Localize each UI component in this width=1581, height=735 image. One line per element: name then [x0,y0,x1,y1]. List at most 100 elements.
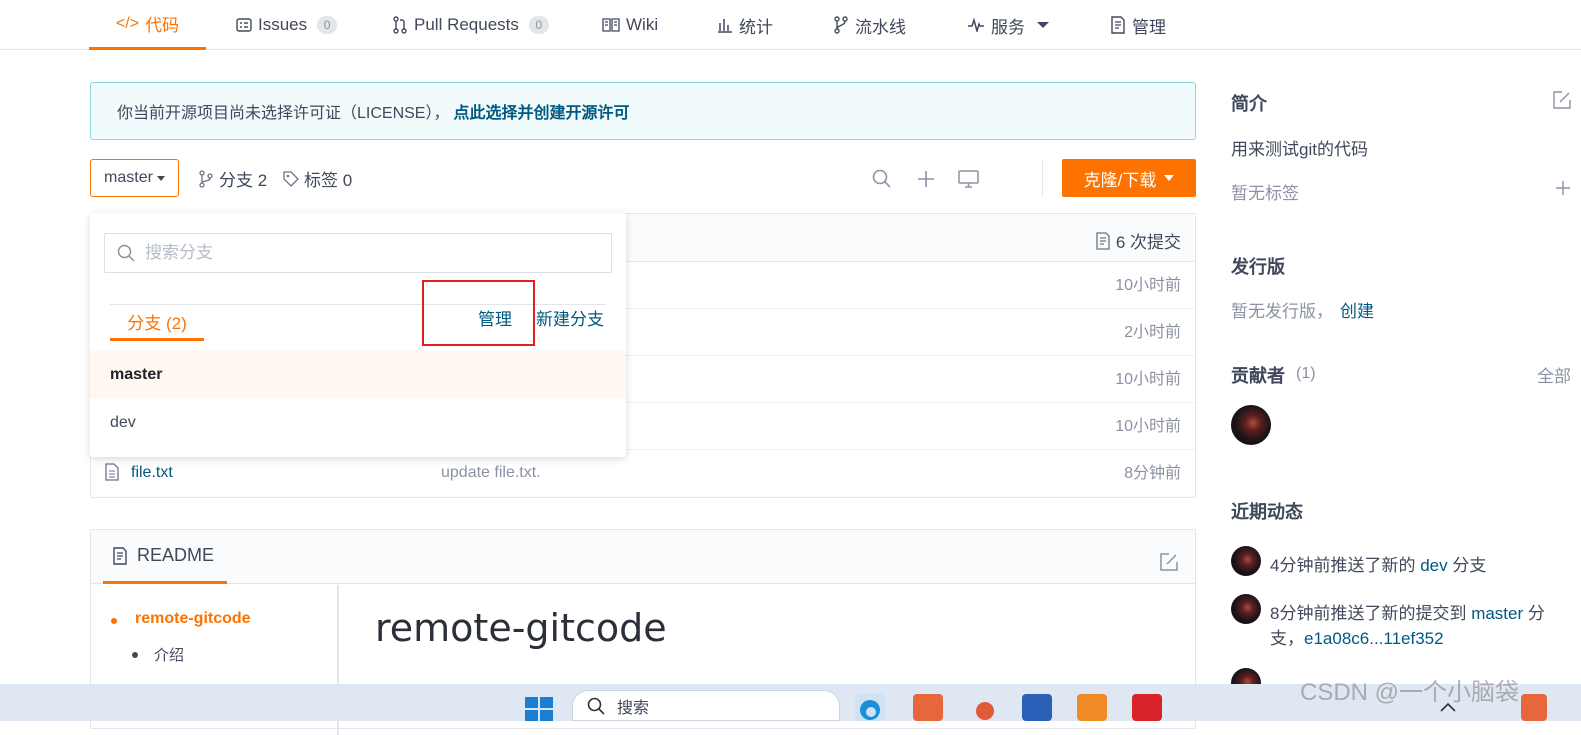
file-commit-message[interactable]: update file.txt. [441,464,541,482]
app-icon[interactable] [913,694,943,721]
tab-services[interactable]: 服务 [967,0,1049,50]
edit-icon[interactable] [1553,91,1571,109]
all-contributors-link[interactable]: 全部 [1537,362,1581,387]
branch-icon [199,169,213,188]
watermark: CSDN @一个小脑袋 [1300,679,1520,706]
tab-issues[interactable]: Issues 0 [236,0,338,50]
tab-code-label: 代码 [145,16,180,35]
app-icon[interactable] [970,694,1000,721]
file-name-link[interactable]: file.txt [131,464,173,482]
tab-branches[interactable]: 分支 (2) [110,304,204,341]
code-icon: </> [115,14,140,32]
app-icon[interactable] [1077,694,1107,721]
activity-commit-link[interactable]: e1a08c6...11ef352 [1304,629,1444,648]
monitor-icon[interactable] [958,170,979,188]
branch-search-input[interactable] [145,243,585,263]
contributors-title: 贡献者 [1231,366,1285,386]
file-time: 10小时前 [1115,418,1181,435]
new-branch-link[interactable]: 新建分支 [536,305,604,330]
plus-icon[interactable] [916,169,936,189]
activity-item: 8分钟前推送了新的提交到 master 分支，e1a08c6...11ef352 [1270,601,1560,651]
avatar[interactable] [1231,546,1261,576]
file-time: 2小时前 [1124,324,1181,341]
bar-chart-icon [718,19,732,33]
taskbar-search-label: 搜索 [617,699,650,717]
activity-branch-link[interactable]: dev [1420,556,1447,575]
search-icon[interactable] [872,169,892,189]
file-time: 8分钟前 [1124,465,1181,482]
readme-header [91,530,1195,584]
commits-count: 6 次提交 [1115,233,1181,252]
chevron-down-icon [1037,22,1049,28]
file-time: 10小时前 [1115,277,1181,294]
windows-start-icon[interactable] [525,697,553,721]
no-tags-text: 暂无标签 [1231,184,1299,203]
tab-issues-label: Issues [258,15,308,34]
tab-pull-requests-label: Pull Requests [414,15,519,34]
tab-pipeline-label: 流水线 [855,17,906,37]
edge-browser-icon[interactable] [855,694,885,721]
tags-link[interactable]: 标签 0 [283,166,352,191]
contributors-count: (1) [1296,365,1316,382]
branch-item-dev[interactable]: dev [90,399,626,446]
clone-download-button[interactable]: 克隆/下载 [1062,159,1196,197]
clone-download-label: 克隆/下载 [1083,170,1157,190]
repo-description: 用来测试git的代码 [1231,140,1368,159]
file-icon [105,463,119,481]
settings-doc-icon [1111,16,1125,34]
branches-link[interactable]: 分支 2 [198,166,267,191]
tab-readme-label: README [137,545,215,565]
readme-heading: remote-gitcode [375,606,667,650]
license-notice-text: 你当前开源项目尚未选择许可证（LICENSE）， [117,105,450,122]
license-create-link[interactable]: 点此选择并创建开源许可 [453,99,629,123]
issues-icon [236,18,252,32]
pull-request-icon [393,16,407,34]
tab-stats[interactable]: 统计 [717,0,773,50]
search-icon [587,697,605,715]
tab-readme[interactable]: README [103,530,227,584]
tab-stats-label: 统计 [739,17,773,37]
branch-select[interactable]: master [90,159,179,197]
intro-title: 简介 [1231,94,1267,114]
license-notice: 你当前开源项目尚未选择许可证（LICENSE）， 点此选择并创建开源许可 [90,82,1196,140]
add-tag-icon[interactable] [1556,181,1570,195]
avatar[interactable] [1231,405,1271,445]
tab-wiki-label: Wiki [626,15,659,34]
taskbar-search[interactable]: 搜索 [572,690,840,721]
toc-bullet [111,618,117,624]
create-release-link[interactable]: 创建 [1340,297,1374,322]
branch-search[interactable] [104,233,612,273]
activity-item: 4分钟前推送了新的 dev 分支 [1270,551,1486,576]
activity-title: 近期动态 [1231,502,1303,522]
avatar[interactable] [1231,594,1261,624]
youdao-icon[interactable] [1132,694,1162,721]
no-release-text: 暂无发行版， [1231,302,1333,321]
tab-code[interactable]: </> 代码 [89,0,206,50]
branch-select-label: master [104,169,153,186]
tags-count: 标签 0 [304,171,353,190]
toc-item-title[interactable]: remote-gitcode [135,610,251,628]
word-icon[interactable] [1022,694,1052,721]
search-icon [117,244,135,262]
tab-manage[interactable]: 管理 [1110,0,1166,50]
repo-nav: </> 代码 Issues 0 Pull Requests 0 Wiki 统计 … [0,0,1581,50]
caret-down-icon [156,175,165,181]
tab-services-label: 服务 [991,17,1025,37]
activity-text: 4分钟前推送了新的 [1270,556,1421,575]
pull-requests-count-badge: 0 [528,16,549,34]
table-row[interactable]: file.txt update file.txt. 8分钟前 [91,450,1195,497]
edit-icon[interactable] [1159,552,1179,572]
activity-branch-link[interactable]: master [1471,604,1523,623]
tab-pull-requests[interactable]: Pull Requests 0 [392,0,549,50]
branch-item-master[interactable]: master [90,351,626,398]
caret-down-icon [1164,175,1175,181]
tab-pipeline[interactable]: 流水线 [833,0,906,50]
activity-text: 8分钟前推送了新的提交到 [1270,604,1472,623]
tab-wiki[interactable]: Wiki [602,0,658,50]
commit-doc-icon [1096,231,1110,250]
commits-link[interactable]: 6 次提交 [1096,228,1181,253]
toc-bullet [132,652,138,658]
toc-item-intro[interactable]: 介绍 [154,644,184,665]
tab-manage-label: 管理 [1132,17,1166,37]
release-title: 发行版 [1231,257,1285,277]
